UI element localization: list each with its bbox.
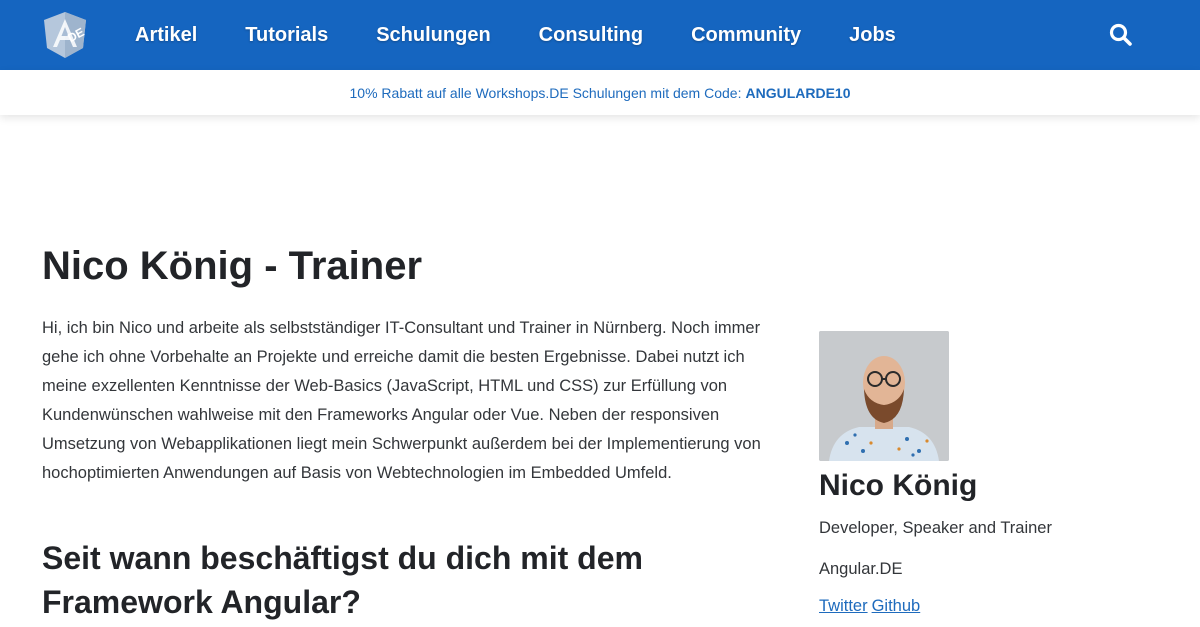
search-button[interactable] xyxy=(1108,22,1134,48)
trainer-company: Angular.DE xyxy=(819,560,903,578)
promo-text: 10% Rabatt auf alle Workshops.DE Schulun… xyxy=(349,84,742,101)
promo-code: ANGULARDE10 xyxy=(745,84,851,101)
trainer-photo xyxy=(819,331,949,461)
trainer-name: Nico König xyxy=(819,469,978,502)
nav-item-community[interactable]: Community xyxy=(691,24,801,47)
main-nav: Artikel Tutorials Schulungen Consulting … xyxy=(135,0,944,70)
nav-item-schulungen[interactable]: Schulungen xyxy=(376,24,490,47)
nav-item-artikel[interactable]: Artikel xyxy=(135,24,197,47)
promo-banner[interactable]: 10% Rabatt auf alle Workshops.DE Schulun… xyxy=(0,70,1200,115)
trainer-avatar xyxy=(819,331,949,461)
top-navigation-bar: DE Artikel Tutorials Schulungen Consulti… xyxy=(0,0,1200,70)
nav-item-jobs[interactable]: Jobs xyxy=(849,24,896,47)
angular-shield-icon: DE xyxy=(44,12,87,58)
angular-de-logo[interactable]: DE xyxy=(42,11,88,59)
nav-item-tutorials[interactable]: Tutorials xyxy=(245,24,328,47)
page-title: Nico König - Trainer xyxy=(42,244,423,288)
github-link[interactable]: Github xyxy=(872,597,921,615)
twitter-link[interactable]: Twitter xyxy=(819,597,868,615)
trainer-role: Developer, Speaker and Trainer xyxy=(819,519,1052,537)
section-heading: Seit wann beschäftigst du dich mit dem F… xyxy=(42,540,643,620)
search-icon xyxy=(1109,23,1132,46)
trainer-social-links: Twitter Github xyxy=(819,597,1159,616)
trainer-profile-card: Nico König Developer, Speaker and Traine… xyxy=(819,331,1159,616)
nav-item-consulting[interactable]: Consulting xyxy=(539,24,643,47)
trainer-intro-text: Hi, ich bin Nico und arbeite als selbsts… xyxy=(42,319,761,482)
